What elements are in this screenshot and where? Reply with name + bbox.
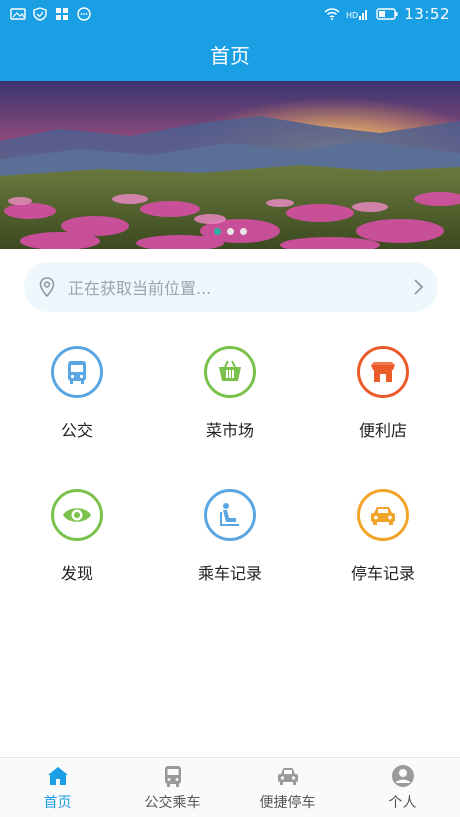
service-market[interactable]: 菜市场 [170, 346, 290, 441]
service-label: 乘车记录 [197, 564, 262, 583]
service-ride-record[interactable]: 乘车记录 [170, 489, 290, 584]
home-icon [47, 767, 68, 785]
shield-icon [32, 7, 48, 21]
banner-carousel[interactable] [0, 81, 460, 249]
service-label: 菜市场 [205, 421, 254, 440]
nav-home[interactable]: 首页 [0, 758, 115, 817]
carousel-indicator [0, 228, 460, 235]
chat-icon [76, 7, 92, 21]
carousel-dot[interactable] [226, 228, 234, 235]
nav-label: 公交乘车 [144, 795, 201, 811]
nav-profile[interactable]: 个人 [345, 758, 460, 817]
service-label: 公交 [60, 421, 93, 440]
apps-icon [54, 7, 70, 21]
status-time: 13:52 [404, 5, 450, 23]
seat-icon [204, 489, 256, 541]
nav-label: 首页 [43, 795, 72, 811]
nav-label: 个人 [388, 795, 417, 811]
carousel-dot[interactable] [213, 228, 221, 235]
eye-icon [51, 489, 103, 541]
service-bus[interactable]: 公交 [17, 346, 137, 441]
wifi-icon [324, 7, 340, 21]
location-pin-icon [39, 277, 55, 298]
basket-icon [204, 346, 256, 398]
service-label: 发现 [60, 564, 93, 583]
banner-image [0, 81, 460, 249]
bus-icon [164, 766, 181, 787]
user-icon [391, 765, 414, 787]
status-left-icons [10, 7, 92, 21]
store-icon [357, 346, 409, 398]
chevron-right-icon [414, 279, 424, 295]
carousel-dot[interactable] [239, 228, 247, 235]
location-text: 正在获取当前位置... [68, 279, 212, 298]
bottom-nav: 首页 公交乘车 便捷停车 个人 [0, 757, 460, 817]
page-title: 首页 [210, 44, 250, 68]
nav-parking[interactable]: 便捷停车 [230, 758, 345, 817]
svg-text:HD: HD [346, 11, 358, 20]
hd-signal-icon: HD [346, 7, 370, 21]
bus-icon [51, 346, 103, 398]
header-bar: 首页 [0, 28, 460, 81]
service-label: 停车记录 [350, 564, 415, 583]
car-icon [277, 768, 298, 785]
service-store[interactable]: 便利店 [323, 346, 443, 441]
image-icon [10, 7, 26, 21]
status-right-icons: HD 13:52 [324, 5, 450, 23]
app-screen: HD 13:52 首页 正在获取当前位置... 公交 菜市场 便利店 发现 乘车… [0, 0, 460, 817]
nav-bus-ride[interactable]: 公交乘车 [115, 758, 230, 817]
status-bar: HD 13:52 [0, 0, 460, 28]
location-bar[interactable]: 正在获取当前位置... [24, 262, 438, 312]
car-icon [357, 489, 409, 541]
battery-icon [376, 7, 398, 21]
service-discover[interactable]: 发现 [17, 489, 137, 584]
service-label: 便利店 [358, 421, 407, 440]
nav-label: 便捷停车 [259, 795, 316, 811]
service-parking-record[interactable]: 停车记录 [323, 489, 443, 584]
